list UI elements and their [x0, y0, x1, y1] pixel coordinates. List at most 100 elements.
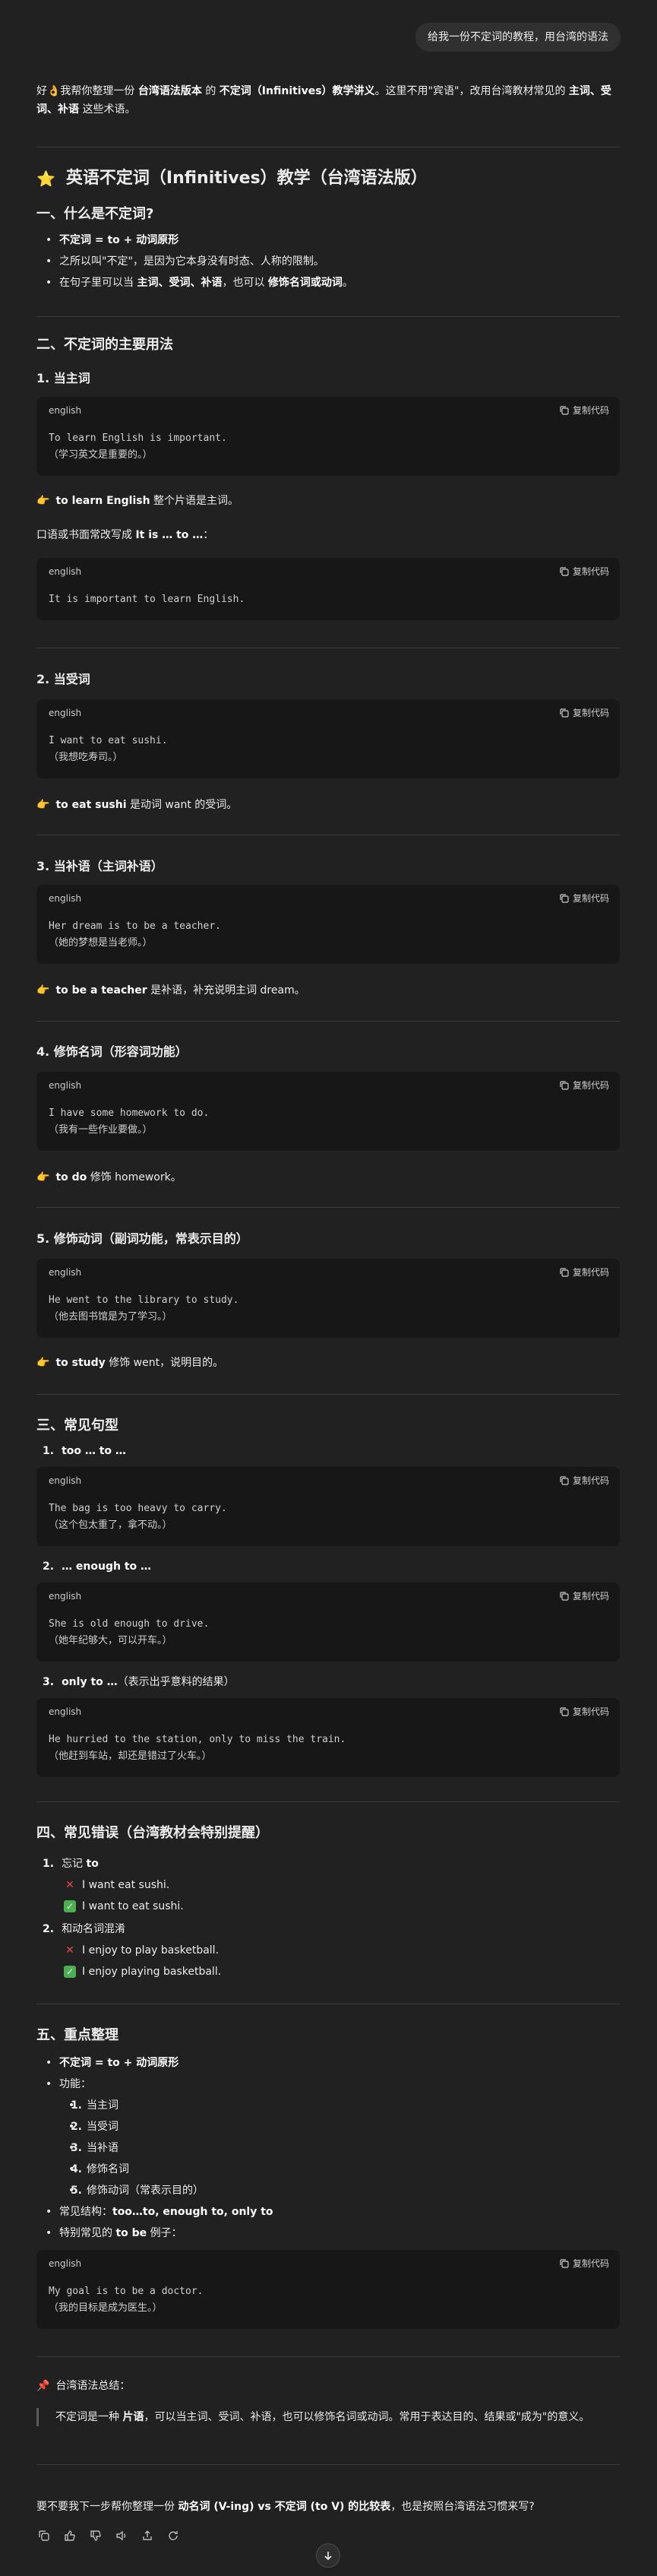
intro-paragraph: 好👌我帮你整理一份 台湾语法版本 的 不定词（Infinitives）教学讲义。…	[36, 85, 611, 116]
star-icon: ⭐	[36, 170, 55, 188]
summary-label: 📌 台湾语法总结：	[36, 2378, 620, 2394]
section-heading-summary: 五、重点整理	[36, 2027, 118, 2043]
section-heading-usage: 二、不定词的主要用法	[36, 337, 173, 353]
section-heading-patterns: 三、常见句型	[36, 1418, 118, 1434]
usage-note: 👉 to learn English 整个片语是主词。	[36, 493, 620, 509]
divider	[36, 1801, 620, 1802]
summary-list: 不定词 = to + 动词原形 功能： 1.当主词 2.当受词 3.当补语 4.…	[36, 2052, 620, 2244]
code-block: english 复制代码 She is old enough to drive. （…	[36, 1583, 620, 1662]
user-message-bubble: 给我一份不定词的教程，用台湾的语法	[415, 23, 621, 52]
list-item: 特别常见的 to be 例子：	[36, 2223, 620, 2244]
code-block: english 复制代码 I have some homework to do. （…	[36, 1072, 620, 1151]
code-block: english 复制代码 He hurried to the station, o…	[36, 1698, 620, 1777]
divider	[36, 1021, 620, 1022]
usage-note: 👉 to be a teacher 是补语，补充说明主词 dream。	[36, 982, 620, 999]
usage-note: 👉 to study 修饰 went，说明目的。	[36, 1355, 620, 1371]
copy-code-button[interactable]: 复制代码	[560, 890, 609, 907]
function-item: 3.当补语	[59, 2137, 620, 2159]
function-item: 5.修饰动词（常表示目的）	[59, 2180, 620, 2201]
usage-note: 👉 to do 修饰 homework。	[36, 1169, 620, 1186]
check-icon: ✓	[64, 1900, 76, 1912]
pointing-hand-icon: 👉	[36, 495, 50, 507]
copy-code-button[interactable]: 复制代码	[560, 1077, 609, 1094]
speaker-icon[interactable]	[115, 2530, 128, 2542]
divider	[36, 1207, 620, 1208]
divider	[36, 2464, 620, 2465]
list-item: 不定词 = to + 动词原形	[36, 230, 620, 251]
copy-icon	[560, 1707, 569, 1716]
scroll-down-button[interactable]	[316, 2543, 340, 2568]
correct-example: ✓ I want to eat sushi.	[43, 1896, 620, 1917]
usage-title-complement: 3. 当补语（主词补语）	[36, 859, 163, 873]
copy-icon	[560, 406, 569, 415]
pattern-title: 3. only to …（表示出乎意料的结果）	[43, 1676, 235, 1688]
share-icon[interactable]	[141, 2530, 153, 2542]
copy-code-button[interactable]: 复制代码	[560, 2255, 609, 2272]
regenerate-icon[interactable]	[167, 2530, 179, 2542]
divider	[36, 2356, 620, 2357]
code-block: english 复制代码 Her dream is to be a teacher…	[36, 885, 620, 964]
pattern-title: 1. too … to …	[43, 1445, 126, 1457]
list-item: 在句子里可以当 主词、受词、补语，也可以 修饰名词或动词。	[36, 272, 620, 293]
cross-icon: ✕	[65, 1879, 74, 1891]
copy-code-button[interactable]: 复制代码	[560, 1588, 609, 1605]
copy-code-button[interactable]: 复制代码	[560, 705, 609, 721]
pointing-hand-icon: 👉	[36, 984, 50, 996]
copy-code-button[interactable]: 复制代码	[560, 563, 609, 580]
followup-question: 要不要我下一步帮你整理一份 动名词 (V-ing) vs 不定词 (to V) …	[36, 2501, 535, 2513]
usage-title-subject: 1. 当主词	[36, 371, 90, 385]
function-item: 1.当主词	[59, 2095, 620, 2116]
wrong-example: ✕ I enjoy to play basketball.	[43, 1940, 620, 1961]
summary-quote: 不定词是一种 片语，可以当主词、受词、补语，也可以修饰名词或动词。常用于表达目的…	[36, 2408, 620, 2426]
code-block: english 复制代码 My goal is to be a doctor. （我…	[36, 2250, 620, 2329]
function-item: 2.当受词	[59, 2116, 620, 2137]
pointing-hand-icon: 👉	[36, 799, 50, 811]
correct-example: ✓ I enjoy playing basketball.	[43, 1961, 620, 1982]
thumbs-up-icon[interactable]	[64, 2530, 76, 2542]
usage-title-adjective: 4. 修饰名词（形容词功能）	[36, 1044, 188, 1059]
cross-icon: ✕	[65, 1944, 74, 1957]
page-title: ⭐ 英语不定词（Infinitives）教学（台湾语法版）	[36, 169, 428, 188]
pointing-hand-icon: 👉	[36, 1357, 50, 1369]
copy-code-button[interactable]: 复制代码	[560, 1703, 609, 1720]
copy-icon	[560, 1268, 569, 1277]
copy-icon	[560, 708, 569, 718]
list-item: 之所以叫"不定"，是因为它本身没有时态、人称的限制。	[36, 251, 620, 272]
copy-icon	[560, 567, 569, 576]
list-item: 不定词 = to + 动词原形	[36, 2052, 620, 2074]
copy-code-button[interactable]: 复制代码	[560, 1472, 609, 1489]
code-block: english 复制代码 It is important to learn Eng…	[36, 558, 620, 620]
copy-icon	[560, 1476, 569, 1485]
copy-icon	[560, 1592, 569, 1601]
code-block: english 复制代码 The bag is too heavy to carr…	[36, 1467, 620, 1546]
copy-icon	[560, 1081, 569, 1090]
copy-icon[interactable]	[38, 2530, 50, 2542]
pin-icon: 📌	[36, 2380, 50, 2392]
usage-title-object: 2. 当受词	[36, 672, 90, 686]
copy-icon	[560, 2259, 569, 2268]
code-block: english 复制代码 I want to eat sushi. （我想吃寿司。）	[36, 699, 620, 778]
code-block: english 复制代码 He went to the library to st…	[36, 1259, 620, 1338]
list-item: 功能： 1.当主词 2.当受词 3.当补语 4.修饰名词 5.修饰动词（常表示目…	[36, 2074, 620, 2201]
function-item: 4.修饰名词	[59, 2159, 620, 2180]
pattern-title: 2.… enough to …	[43, 1560, 152, 1573]
divider	[36, 316, 620, 317]
usage-title-adverb: 5. 修饰动词（副词功能，常表示目的）	[36, 1231, 248, 1246]
copy-code-button[interactable]: 复制代码	[560, 1264, 609, 1281]
copy-code-button[interactable]: 复制代码	[560, 402, 609, 419]
usage-extra: 口语或书面常改写成 It is … to …：	[36, 529, 214, 541]
code-block: english 复制代码 To learn English is importan…	[36, 397, 620, 476]
thumbs-down-icon[interactable]	[90, 2530, 102, 2542]
mistake-list: 1. 忘记 to ✕ I want eat sushi. ✓ I want to ea…	[36, 1853, 620, 1982]
pointing-hand-icon: 👉	[36, 1171, 50, 1183]
wrong-example: ✕ I want eat sushi.	[43, 1874, 620, 1896]
check-icon: ✓	[64, 1966, 76, 1978]
list-item: 常见结构：too…to, enough to, only to	[36, 2201, 620, 2223]
message-actions	[38, 2530, 179, 2542]
copy-icon	[560, 894, 569, 903]
section-heading-mistakes: 四、常见错误（台湾教材会特别提醒）	[36, 1825, 269, 1841]
section-what-is: 一、什么是不定词? 不定词 = to + 动词原形 之所以叫"不定"，是因为它本…	[36, 204, 620, 293]
divider	[36, 1394, 620, 1395]
arrow-down-icon	[324, 2552, 332, 2561]
usage-note: 👉 to eat sushi 是动词 want 的受词。	[36, 797, 620, 813]
